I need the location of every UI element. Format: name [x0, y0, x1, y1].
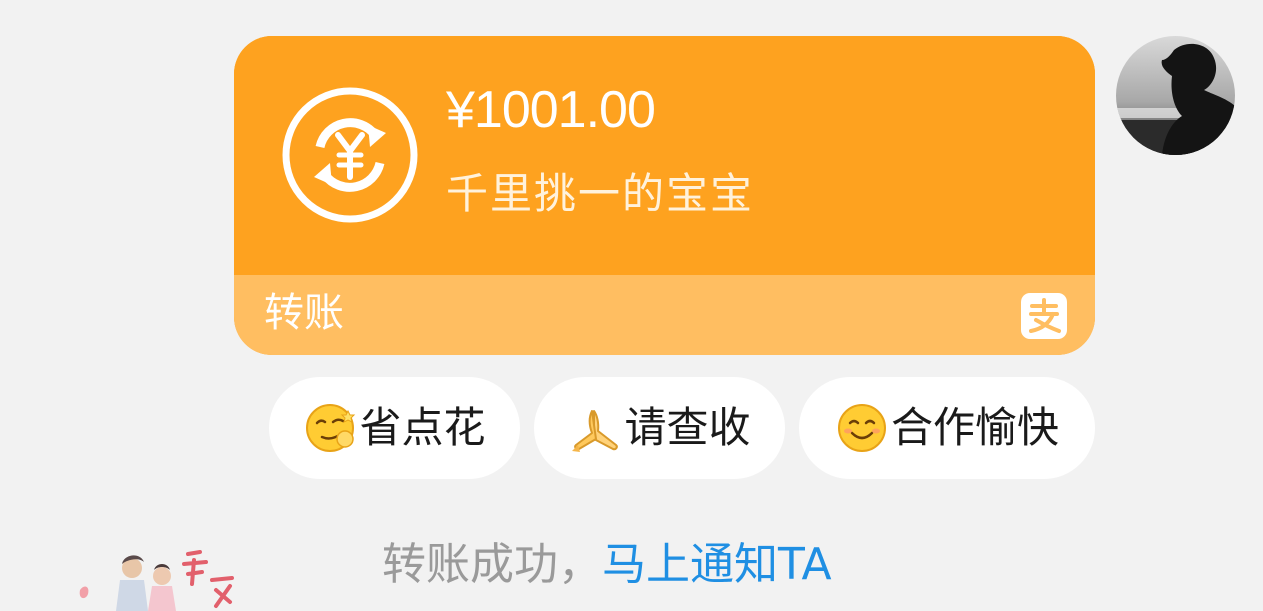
quick-reply-chip[interactable]: 省点花	[269, 377, 520, 479]
yen-exchange-icon	[282, 87, 418, 223]
smirk-emoji-icon	[306, 404, 356, 452]
smile-emoji-icon	[837, 404, 886, 452]
quick-reply-text: 请查收	[624, 403, 751, 452]
transfer-amount: ¥1001.00	[446, 81, 656, 139]
transfer-memo: 千里挑一的宝宝	[446, 169, 755, 218]
avatar-photo	[1116, 36, 1235, 155]
chat-screen: ¥1001.00 千里挑一的宝宝 转账 省点花 请查收 合作愉快 转账成功，马上…	[0, 0, 1263, 611]
quick-reply-text: 省点花	[359, 403, 486, 452]
sticker-decoration-icon	[79, 550, 234, 611]
alipay-icon	[1021, 293, 1067, 339]
transfer-card-body: ¥1001.00 千里挑一的宝宝	[234, 36, 1095, 275]
status-text: 转账成功，	[382, 539, 602, 590]
quick-reply-chip[interactable]: 合作愉快	[799, 377, 1095, 479]
quick-reply-text: 合作愉快	[890, 403, 1059, 452]
quick-reply-chip[interactable]: 请查收	[534, 377, 785, 479]
transfer-card[interactable]: ¥1001.00 千里挑一的宝宝 转账	[234, 36, 1095, 355]
user-avatar[interactable]	[1116, 36, 1235, 155]
transfer-card-footer: 转账	[234, 275, 1095, 355]
pray-hands-emoji-icon	[572, 410, 619, 452]
transfer-status: 转账成功，马上通知TA	[382, 538, 832, 592]
transfer-label: 转账	[264, 290, 344, 336]
notify-link[interactable]: 马上通知TA	[602, 539, 832, 590]
